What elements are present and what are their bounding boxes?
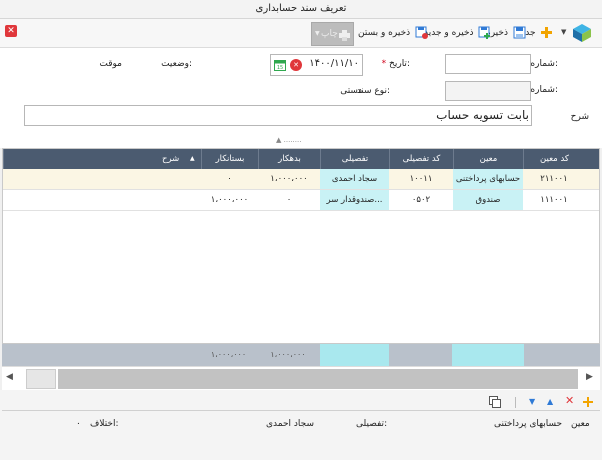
difference-label: اختلاف: [90, 419, 119, 429]
table-row[interactable]: ۲۱۱۰۰۱ حسابهای پرداختنی ۱۰۰۱۱ سجاد احمدی… [3, 169, 599, 190]
chevron-up-icon: ▲ [276, 136, 282, 144]
add-row-icon[interactable] [583, 397, 593, 407]
horizontal-scrollbar[interactable]: ◀ ▶ [2, 366, 600, 391]
date-field[interactable]: 15 ✕ ۱۴۰۰/۱۱/۱۰ [270, 54, 363, 76]
col-moein[interactable]: معین [453, 149, 523, 169]
print-button[interactable]: ▼ چاپ [311, 22, 354, 46]
print-dropdown-icon: ▼ [315, 30, 320, 37]
moein-label: معین [571, 419, 590, 429]
save-and-close-label: ذخیره و بستن [358, 28, 411, 38]
scroll-left-icon[interactable]: ◀ [6, 372, 13, 382]
table-row[interactable]: ۱۱۱۰۰۱ صندوق ۰۵۰۲ صندوقدار سر... ۰ ۱،۰۰۰… [3, 190, 599, 211]
collapse-handle[interactable]: ▲ ........ [276, 136, 301, 144]
col-tafsili-code[interactable]: کد تفصیلی [389, 149, 453, 169]
svg-text:15: 15 [277, 65, 283, 71]
save-close-icon [415, 26, 429, 39]
doc-number-input[interactable] [445, 54, 531, 74]
bottom-panel: ✕ ▲ ▼ معین حسابهای پرداختنی تفصیلی: سجاد… [0, 390, 602, 460]
date-label: * تاریخ: [381, 59, 410, 69]
debit-total: ۱،۰۰۰،۰۰۰ [270, 350, 306, 359]
col-moein-code[interactable]: کد معین [523, 149, 585, 169]
save-new-icon [478, 26, 491, 39]
description-label: شرح [570, 112, 589, 122]
print-label: چاپ [321, 29, 338, 39]
scroll-track[interactable] [58, 369, 578, 389]
window-title: تعریف سند حسابداری [0, 0, 602, 19]
calendar-icon[interactable]: 15 [274, 59, 286, 71]
col-credit[interactable]: بستانکار [201, 149, 258, 169]
save-and-new-label: ذخیره و جدید [424, 28, 474, 38]
credit-total: ۱،۰۰۰،۰۰۰ [210, 350, 247, 359]
sort-asc-icon: ▲ [190, 155, 195, 162]
delete-row-icon[interactable]: ✕ [565, 395, 574, 406]
status-label: وضعیت: [161, 59, 192, 69]
close-icon[interactable]: ✕ [5, 25, 17, 37]
description-input[interactable]: بابت تسویه حساب [24, 105, 532, 126]
difference-value: ۰ [76, 419, 81, 429]
col-debit[interactable]: بدهکار [258, 149, 320, 169]
save-and-new-button[interactable]: ذخیره و جدید [424, 25, 491, 41]
save-icon [513, 26, 526, 39]
toolbar: ▼ جدید ذخیره ذخیره و جدید ذخیره و بستن [0, 19, 602, 48]
document-header-form: * شماره سند: * تاریخ: 15 ✕ ۱۴۰۰/۱۱/۱۰ وض… [0, 48, 602, 148]
doc-type-value: دستی [340, 86, 362, 96]
menu-chevron-down-icon[interactable]: ▼ [561, 29, 567, 36]
grid-totals-row: ۱،۰۰۰،۰۰۰ ۱،۰۰۰،۰۰۰ [2, 344, 600, 366]
tafsili-value: سجاد احمدی [266, 419, 314, 429]
date-value: ۱۴۰۰/۱۱/۱۰ [309, 58, 359, 69]
grid-header: کد معین معین کد تفصیلی تفصیلی بدهکار بست… [3, 149, 599, 169]
app-logo-icon [572, 23, 592, 43]
moein-value: حسابهای پرداختنی [494, 419, 563, 429]
col-desc[interactable]: شرح ▲ [3, 149, 201, 169]
save-and-close-button[interactable]: ذخیره و بستن [358, 25, 429, 41]
copy-row-icon[interactable] [489, 396, 501, 408]
col-tafsili[interactable]: تفصیلی [320, 149, 389, 169]
scroll-right-icon[interactable]: ▶ [586, 372, 593, 382]
printer-icon [339, 28, 350, 50]
save-button[interactable]: ذخیره [486, 25, 526, 41]
tafsili-label: تفصیلی: [356, 419, 388, 429]
ref-number-input[interactable] [445, 81, 531, 101]
journal-lines-grid: کد معین معین کد تفصیلی تفصیلی بدهکار بست… [2, 148, 600, 344]
move-up-icon[interactable]: ▲ [547, 397, 553, 406]
plus-icon [540, 26, 553, 39]
status-value: موقت [99, 59, 122, 69]
scroll-thumb[interactable] [26, 369, 56, 389]
move-down-icon[interactable]: ▼ [529, 397, 535, 406]
clear-date-icon[interactable]: ✕ [290, 59, 302, 71]
